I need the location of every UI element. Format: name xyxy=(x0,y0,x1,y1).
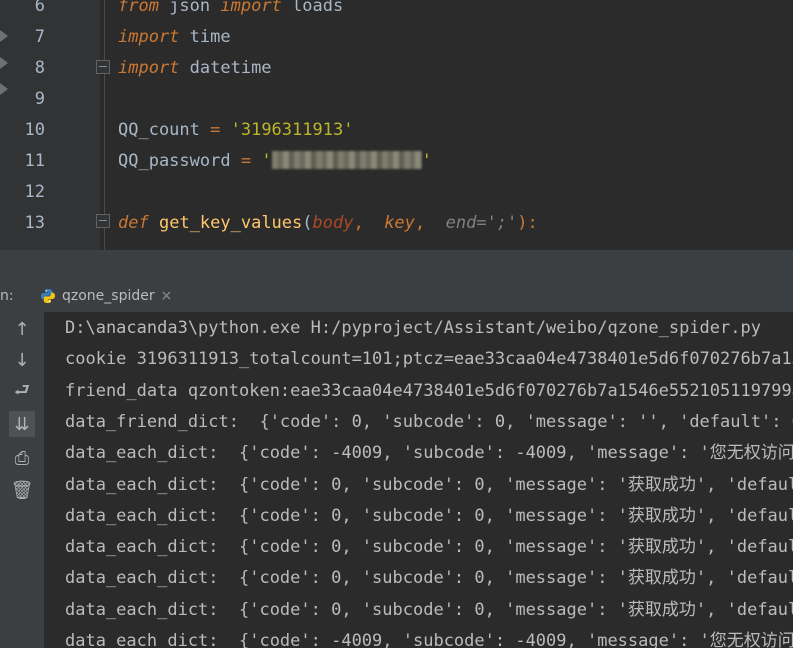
code-text: def get_key_values(body, key, end=';'): xyxy=(118,208,538,239)
code-token: ' xyxy=(261,151,272,171)
code-text: import datetime xyxy=(118,53,272,84)
code-token: = xyxy=(210,120,231,140)
console-line: cookie 3196311913_totalcount=101;ptcz=ea… xyxy=(65,349,793,370)
tab-label: qzone_spider xyxy=(62,288,155,304)
trash-icon[interactable]: 🗑 xyxy=(9,477,35,503)
code-token: , xyxy=(414,213,446,233)
tab-qzone-spider[interactable]: qzone_spider × xyxy=(30,280,182,312)
panel-splitter[interactable] xyxy=(0,250,793,281)
code-editor[interactable]: 6 from json import loads 7 import time 8 impo… xyxy=(0,0,793,250)
console-line: data_each_dict: {'code': 0, 'subcode': 0… xyxy=(65,599,793,620)
redacted-password xyxy=(271,151,422,169)
code-token: time xyxy=(179,27,231,47)
code-token: '3196311913' xyxy=(230,120,354,140)
code-text: import time xyxy=(118,22,231,53)
code-token: ): xyxy=(517,213,538,233)
code-token: ' xyxy=(421,151,432,171)
code-line[interactable]: 8 import datetime xyxy=(0,53,793,84)
line-number: 10 xyxy=(24,120,45,140)
up-arrow-icon[interactable]: ↑ xyxy=(9,316,35,342)
code-line[interactable]: 7 import time xyxy=(0,22,793,53)
code-line[interactable]: 9 xyxy=(0,84,793,115)
soft-wrap-icon[interactable]: ⮐ xyxy=(9,380,35,406)
code-token: , xyxy=(353,213,385,233)
code-token: key xyxy=(384,213,415,233)
code-token: = xyxy=(240,151,262,171)
code-token: import xyxy=(118,27,180,47)
run-console-output[interactable]: D:\anacanda3\python.exe H:/pyproject/Ass… xyxy=(45,312,793,648)
run-tab-bar: n: qzone_spider × xyxy=(0,280,793,313)
code-text: QQ_count = '3196311913' xyxy=(118,115,353,146)
code-line[interactable]: 10 QQ_count = '3196311913' xyxy=(0,115,793,146)
code-text: from json import loads xyxy=(118,0,343,22)
code-line[interactable]: 6 from json import loads xyxy=(0,0,793,22)
line-number: 13 xyxy=(24,213,45,233)
code-line[interactable]: 12 xyxy=(0,177,793,208)
console-line: data_friend_dict: {'code': 0, 'subcode':… xyxy=(65,411,793,432)
code-token: QQ_count xyxy=(118,120,211,140)
scroll-to-end-icon[interactable]: ⇊ xyxy=(9,411,35,437)
code-token: json xyxy=(158,0,221,16)
run-toolbar: ↑ ↓ ⮐ ⇊ ⎙ 🗑 xyxy=(0,312,45,648)
line-number: 12 xyxy=(24,182,45,202)
code-token: def xyxy=(118,213,149,233)
print-icon[interactable]: ⎙ xyxy=(9,445,35,471)
console-line: friend_data qzontoken:eae33caa04e4738401… xyxy=(65,380,793,401)
console-line: data_each_dict: {'code': -4009, 'subcode… xyxy=(65,631,793,648)
console-line: data_each_dict: {'code': 0, 'subcode': 0… xyxy=(65,568,793,589)
console-line: data_each_dict: {'code': 0, 'subcode': 0… xyxy=(65,505,793,526)
code-token: import xyxy=(220,0,282,16)
console-line: D:\anacanda3\python.exe H:/pyproject/Ass… xyxy=(65,318,761,338)
code-line[interactable]: 11 QQ_password = ' ' xyxy=(0,146,793,177)
console-line: data_each_dict: {'code': 0, 'subcode': 0… xyxy=(65,537,793,558)
close-icon[interactable]: × xyxy=(161,288,173,304)
code-token: QQ_password xyxy=(118,151,241,171)
code-token: import xyxy=(118,58,180,78)
line-number: 9 xyxy=(34,89,45,109)
code-token: body xyxy=(312,213,354,233)
code-token: get_key_values xyxy=(158,213,303,233)
code-token: end=';' xyxy=(445,213,518,233)
line-number: 8 xyxy=(34,58,45,78)
line-number: 11 xyxy=(24,151,45,171)
code-token: loads xyxy=(281,0,344,16)
python-icon xyxy=(41,289,55,303)
line-number: 7 xyxy=(34,27,45,47)
down-arrow-icon[interactable]: ↓ xyxy=(9,347,35,373)
code-text: QQ_password = ' ' xyxy=(118,146,432,177)
code-token: datetime xyxy=(179,58,272,78)
line-number: 6 xyxy=(34,0,45,16)
console-line: data_each_dict: {'code': -4009, 'subcode… xyxy=(65,443,793,464)
code-token: from xyxy=(118,0,159,16)
console-line: data_each_dict: {'code': 0, 'subcode': 0… xyxy=(65,474,793,495)
code-line[interactable]: 13 def get_key_values(body, key, end=';')… xyxy=(0,208,793,239)
run-panel-label: n: xyxy=(0,288,14,304)
code-token: ( xyxy=(302,213,313,233)
